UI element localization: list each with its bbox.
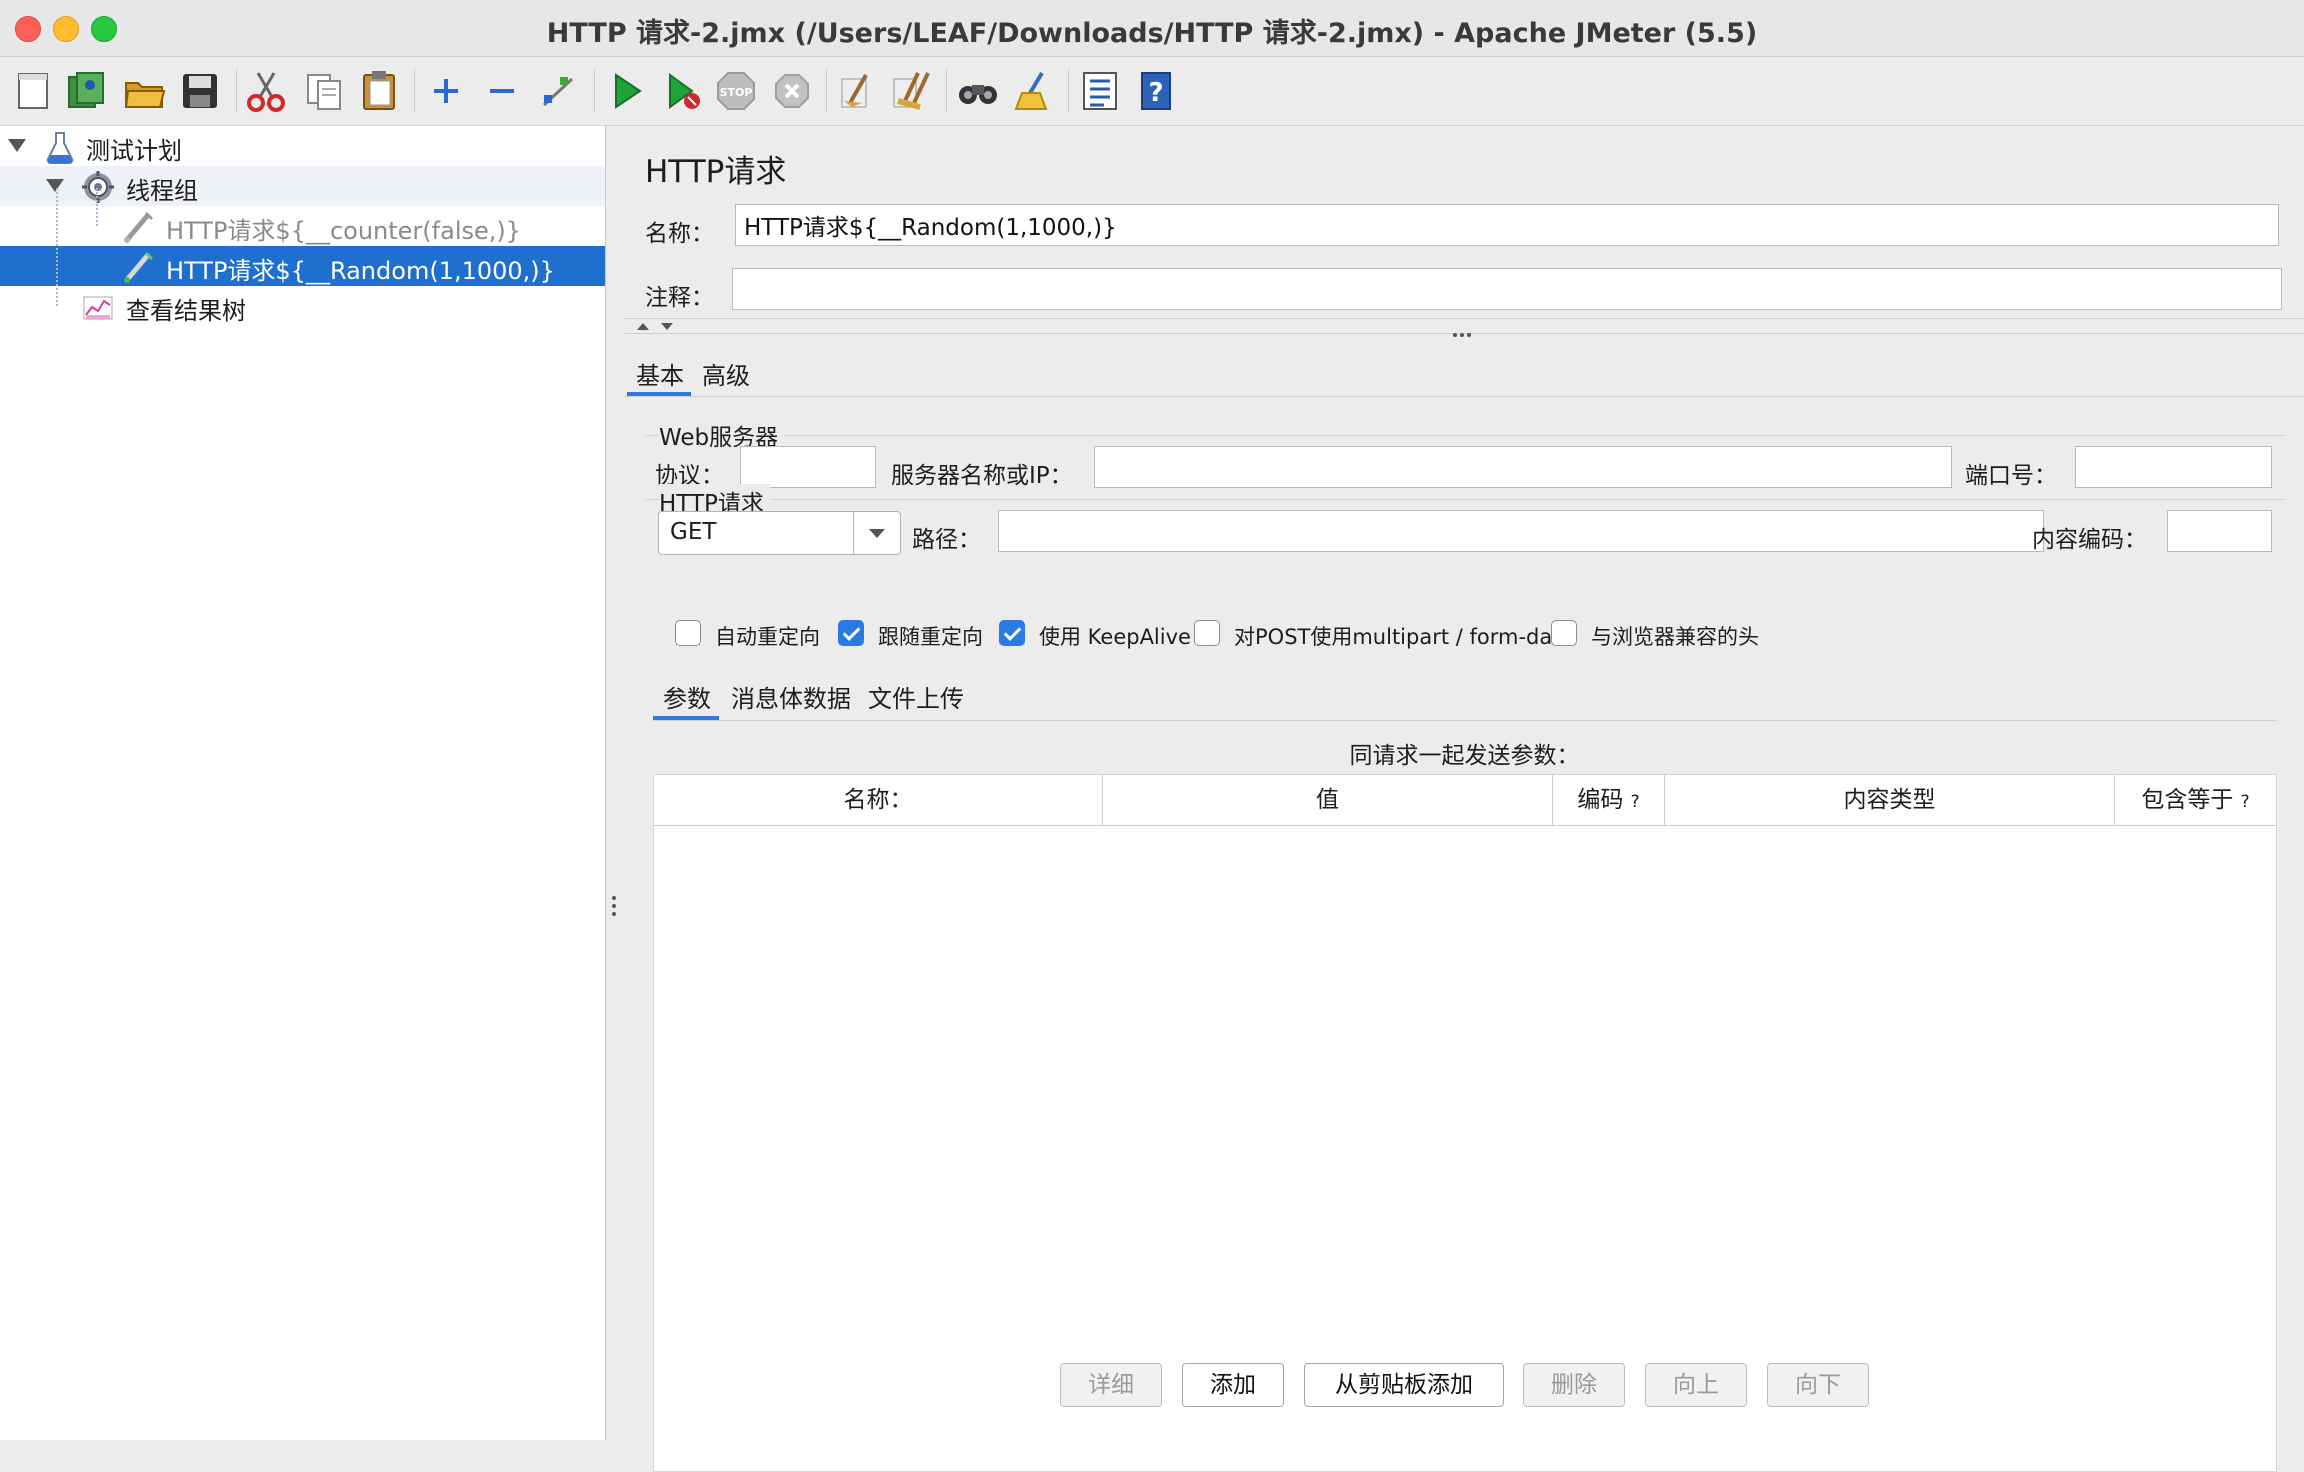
delete-button[interactable]: 删除 [1523,1363,1625,1407]
tab-advanced[interactable]: 高级 [702,356,750,391]
clear-icon[interactable] [832,67,880,115]
down-button[interactable]: 向下 [1767,1363,1869,1407]
column-header-value[interactable]: 值 [1103,775,1553,825]
title-bar: HTTP 请求-2.jmx (/Users/LEAF/Downloads/HTT… [0,0,2304,57]
params-title: 同请求一起发送参数： [1349,743,1580,769]
browser-compatible-headers-label: 与浏览器兼容的头 [1591,625,1759,649]
reset-search-icon[interactable] [1010,67,1058,115]
content-encoding-field[interactable] [2167,510,2272,552]
path-label: 路径： [912,527,981,553]
server-label: 服务器名称或IP： [891,463,1073,489]
templates-icon[interactable] [62,67,110,115]
add-from-clipboard-button[interactable]: 从剪贴板添加 [1304,1363,1504,1407]
table-header: 名称： 值 编码 ? 内容类型 包含等于 ? [654,775,2276,826]
cut-icon[interactable] [242,67,290,115]
function-helper-icon[interactable] [1076,67,1124,115]
tree-item-label: HTTP请求${__counter(false,)} [166,217,522,245]
tree-item-label: 查看结果树 [126,297,246,325]
comment-label: 注释： [645,285,714,311]
http-request-panel: HTTP请求 名称： 注释： 基本 高级 Web服务器 协议： 服务器名称或IP… [625,126,2304,1472]
svg-text:?: ? [1148,78,1163,108]
collapse-icon[interactable] [478,67,526,115]
sampler-icon [120,249,156,285]
column-header-include-equals[interactable]: 包含等于 ? [2115,775,2276,825]
test-plan-tree: 测试计划 线程组 HTTP请求${__counter(false,)} HTTP… [0,126,606,1440]
panel-title: HTTP请求 [645,154,787,190]
arrow-down-icon[interactable] [661,323,673,330]
start-no-pause-icon[interactable] [658,67,706,115]
method-value: GET [670,519,717,545]
name-label: 名称： [645,221,714,247]
method-select[interactable]: GET [658,511,901,555]
arrow-up-icon[interactable] [637,323,649,330]
column-header-content-type[interactable]: 内容类型 [1665,775,2115,825]
server-field[interactable] [1094,446,1952,488]
add-button[interactable]: 添加 [1182,1363,1284,1407]
follow-redirect-label: 跟随重定向 [878,625,983,649]
tree-item-http-request-counter[interactable]: HTTP请求${__counter(false,)} [0,206,605,246]
start-icon[interactable] [602,67,650,115]
window-title: HTTP 请求-2.jmx (/Users/LEAF/Downloads/HTT… [546,18,1758,49]
tree-item-label: HTTP请求${__Random(1,1000,)} [166,257,555,285]
tab-body-data[interactable]: 消息体数据 [731,679,851,714]
shutdown-icon[interactable] [768,67,816,115]
content-encoding-label: 内容编码： [2032,527,2147,553]
expand-icon[interactable] [422,67,470,115]
keepalive-checkbox[interactable] [999,620,1025,646]
copy-icon[interactable] [300,67,348,115]
tree-item-view-results-tree[interactable]: 查看结果树 [0,286,605,326]
drag-handle-icon [612,896,618,920]
svg-text:STOP: STOP [720,86,753,99]
open-icon[interactable] [120,67,168,115]
multipart-label: 对POST使用multipart / form-data [1234,625,1574,649]
path-field[interactable] [998,510,2044,552]
chevron-down-icon[interactable] [8,139,26,152]
clear-all-icon[interactable] [888,67,936,115]
chevron-down-icon[interactable] [46,179,64,192]
tree-item-thread-group[interactable]: 线程组 [0,166,605,206]
tab-parameters[interactable]: 参数 [663,679,711,714]
toggle-icon[interactable] [534,67,582,115]
tree-item-http-request-random[interactable]: HTTP请求${__Random(1,1000,)} [0,246,605,286]
toolbar: STOP ? [0,57,2304,126]
tree-item-label: 测试计划 [86,137,182,165]
auto-redirect-checkbox[interactable] [675,620,701,646]
port-label: 端口号： [1965,463,2057,489]
column-header-encode[interactable]: 编码 ? [1553,775,1665,825]
listener-icon [80,289,116,325]
multipart-checkbox[interactable] [1194,620,1220,646]
tab-files-upload[interactable]: 文件上传 [868,679,964,714]
help-icon[interactable]: ? [1132,67,1180,115]
save-icon[interactable] [176,67,224,115]
browser-compatible-headers-checkbox[interactable] [1551,620,1577,646]
chevron-down-icon[interactable] [853,512,900,554]
name-field[interactable] [735,204,2279,246]
follow-redirect-checkbox[interactable] [838,620,864,646]
keepalive-label: 使用 KeepAlive [1039,625,1191,649]
detail-button[interactable]: 详细 [1060,1363,1162,1407]
tab-basic[interactable]: 基本 [636,356,684,391]
tree-item-label: 线程组 [126,177,198,205]
sampler-icon [120,209,156,245]
paste-icon[interactable] [356,67,404,115]
thread-group-icon [80,169,116,205]
port-field[interactable] [2075,446,2272,488]
protocol-field[interactable] [740,446,876,488]
vertical-splitter[interactable] [606,126,624,1440]
column-header-name[interactable]: 名称： [654,775,1103,825]
drag-handle-icon [1453,322,1474,341]
auto-redirect-label: 自动重定向 [715,625,820,649]
tree-item-test-plan[interactable]: 测试计划 [0,126,605,166]
stop-icon[interactable]: STOP [712,67,760,115]
test-plan-icon [42,129,78,165]
horizontal-splitter[interactable] [625,318,2304,337]
comment-field[interactable] [732,268,2282,310]
up-button[interactable]: 向上 [1645,1363,1747,1407]
new-icon[interactable] [10,67,58,115]
search-icon[interactable] [954,67,1002,115]
